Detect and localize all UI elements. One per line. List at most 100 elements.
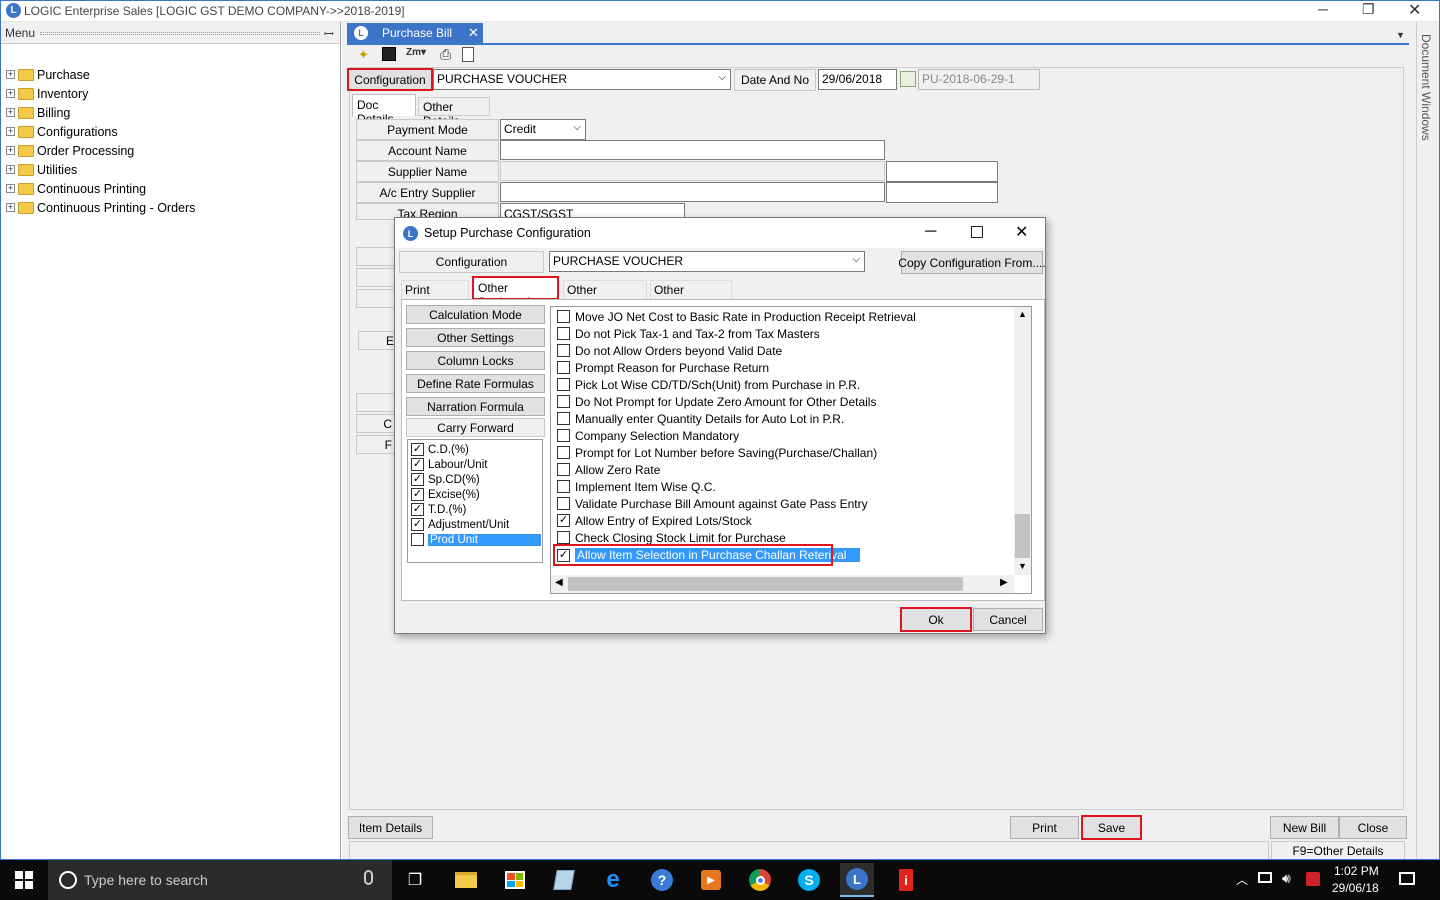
save-icon[interactable] [382, 47, 396, 61]
carry-forward-item[interactable]: ✓ Labour/Unit [411, 457, 487, 472]
store-icon[interactable] [498, 863, 532, 897]
print-button[interactable]: Print [1010, 816, 1079, 839]
carry-forward-item[interactable]: ✓ T.D.(%) [411, 502, 466, 517]
setting-row[interactable]: Prompt Reason for Purchase Return [557, 359, 769, 376]
setting-row[interactable]: Allow Zero Rate [557, 461, 660, 478]
horizontal-scrollbar[interactable]: ◀ ▶ [551, 575, 1014, 593]
tab-doc-details[interactable]: Doc Details [352, 94, 416, 126]
menu-item-utilities[interactable]: + Utilities [6, 160, 77, 179]
menu-item-billing[interactable]: + Billing [6, 103, 70, 122]
setting-row[interactable]: Company Selection Mandatory [557, 427, 739, 444]
restore-icon[interactable]: ❐ [1362, 1, 1375, 18]
print-icon[interactable]: ⎙ [440, 46, 451, 63]
checkbox[interactable] [557, 497, 570, 510]
setting-row[interactable]: Do Not Prompt for Update Zero Amount for… [557, 393, 876, 410]
chrome-icon[interactable] [743, 863, 777, 897]
carry-forward-item[interactable]: ✓ C.D.(%) [411, 442, 469, 457]
menu-item-inventory[interactable]: + Inventory [6, 84, 88, 103]
expand-icon[interactable]: + [6, 89, 15, 98]
setting-row[interactable]: Implement Item Wise Q.C. [557, 478, 716, 495]
checkbox[interactable]: ✓ [411, 503, 424, 516]
media-player-icon[interactable]: ▶ [694, 863, 728, 897]
checkbox[interactable] [557, 378, 570, 391]
other-settings-button[interactable]: Other Settings [406, 328, 545, 347]
supplier-extra-field[interactable] [886, 161, 998, 182]
menu-item-configurations[interactable]: + Configurations [6, 122, 118, 141]
notes-app-icon[interactable] [547, 863, 581, 897]
narration-formula-button[interactable]: Narration Formula [406, 397, 545, 416]
ac-entry-extra-field[interactable] [886, 182, 998, 203]
horizontal-scroll-thumb[interactable] [568, 577, 963, 591]
setting-row[interactable]: Manually enter Quantity Details for Auto… [557, 410, 844, 427]
file-explorer-icon[interactable] [449, 863, 483, 897]
expand-icon[interactable]: + [6, 165, 15, 174]
tab-print-options[interactable]: Print Options [401, 280, 469, 311]
pin-icon[interactable]: ꟷ [324, 25, 334, 42]
new-bill-button[interactable]: New Bill [1270, 816, 1339, 839]
account-name-field[interactable] [500, 140, 885, 160]
checkbox[interactable] [557, 480, 570, 493]
minimize-icon[interactable]: ─ [1318, 1, 1328, 17]
dialog-maximize-icon[interactable] [971, 226, 983, 238]
expand-icon[interactable]: + [6, 70, 15, 79]
setting-row[interactable]: Do not Pick Tax-1 and Tax-2 from Tax Mas… [557, 325, 820, 342]
vertical-scrollbar[interactable]: ▲ ▼ [1014, 307, 1031, 575]
checkbox[interactable]: ✓ [411, 443, 424, 456]
scroll-thumb[interactable] [1015, 514, 1030, 558]
item-details-button[interactable]: Item Details [348, 816, 433, 839]
tab-other-settings-1[interactable]: Other Settings-1 [472, 276, 559, 309]
checkbox[interactable] [557, 463, 570, 476]
expand-icon[interactable]: + [6, 184, 15, 193]
checkbox[interactable] [411, 533, 424, 546]
checkbox[interactable] [557, 531, 570, 544]
date-field[interactable]: 29/06/2018 [818, 69, 897, 90]
clock-date[interactable]: 29/06/18 [1332, 881, 1379, 895]
carry-forward-item[interactable]: ✓ Adjustment/Unit [411, 517, 509, 532]
windows-start-icon[interactable] [0, 860, 48, 900]
taskbar-search-box[interactable]: Type here to search [48, 860, 392, 900]
setting-row[interactable]: Do not Allow Orders beyond Valid Date [557, 342, 782, 359]
setting-row[interactable]: Move JO Net Cost to Basic Rate in Produc… [557, 308, 916, 325]
menu-item-continuous-printing-orders[interactable]: + Continuous Printing - Orders [6, 198, 195, 217]
checkbox[interactable] [557, 327, 570, 340]
logic-app-icon[interactable]: L [840, 863, 874, 897]
expand-icon[interactable]: + [6, 146, 15, 155]
expand-icon[interactable]: + [6, 127, 15, 136]
scroll-up-icon[interactable]: ▲ [1018, 309, 1027, 319]
clock-time[interactable]: 1:02 PM [1334, 864, 1379, 878]
cancel-button[interactable]: Cancel [973, 608, 1043, 631]
tab-dropdown-icon[interactable]: ▼ [1396, 30, 1405, 40]
new-icon[interactable]: ✦ [358, 47, 369, 63]
calculation-mode-button[interactable]: Calculation Mode [406, 305, 545, 324]
show-hidden-icons-icon[interactable]: ︿ [1236, 871, 1248, 888]
close-button[interactable]: Close [1339, 816, 1407, 839]
calendar-icon[interactable] [900, 71, 916, 87]
configuration-button[interactable]: Configuration [347, 68, 433, 91]
tab-other-details[interactable]: Other Details [418, 97, 490, 128]
checkbox[interactable] [557, 310, 570, 323]
setting-row[interactable]: Check Closing Stock Limit for Purchase [557, 529, 786, 546]
tab-other-settings-3[interactable]: Other Settings-3 [650, 280, 732, 311]
microphone-icon[interactable] [364, 870, 373, 885]
supplier-name-field[interactable] [500, 161, 885, 181]
checkbox[interactable] [557, 412, 570, 425]
task-view-icon[interactable]: ❐ [398, 863, 432, 897]
network-icon[interactable] [1258, 872, 1272, 883]
ok-button[interactable]: Ok [900, 607, 972, 632]
edge-browser-icon[interactable]: e [596, 863, 630, 897]
close-icon[interactable]: ✕ [1408, 0, 1421, 20]
volume-icon[interactable]: 🔊︎ [1282, 870, 1291, 887]
dialog-minimize-icon[interactable]: ─ [925, 223, 936, 241]
payment-mode-select[interactable]: Credit ⌵ [500, 119, 586, 140]
checkbox[interactable]: ✓ [557, 514, 570, 527]
tab-close-icon[interactable]: ✕ [468, 25, 479, 41]
ac-entry-supplier-field[interactable] [500, 182, 885, 202]
checkbox[interactable]: ✓ [411, 458, 424, 471]
checkbox[interactable]: ✓ [411, 473, 424, 486]
scroll-right-icon[interactable]: ▶ [1000, 577, 1008, 588]
setting-row-selected[interactable]: ✓ Allow Item Selection in Purchase Challa… [553, 544, 861, 566]
define-rate-formulas-button[interactable]: Define Rate Formulas [406, 374, 545, 393]
tab-other-settings-2[interactable]: Other Settings-2 [563, 280, 647, 311]
expand-icon[interactable]: + [6, 108, 15, 117]
menu-item-order-processing[interactable]: + Order Processing [6, 141, 134, 160]
